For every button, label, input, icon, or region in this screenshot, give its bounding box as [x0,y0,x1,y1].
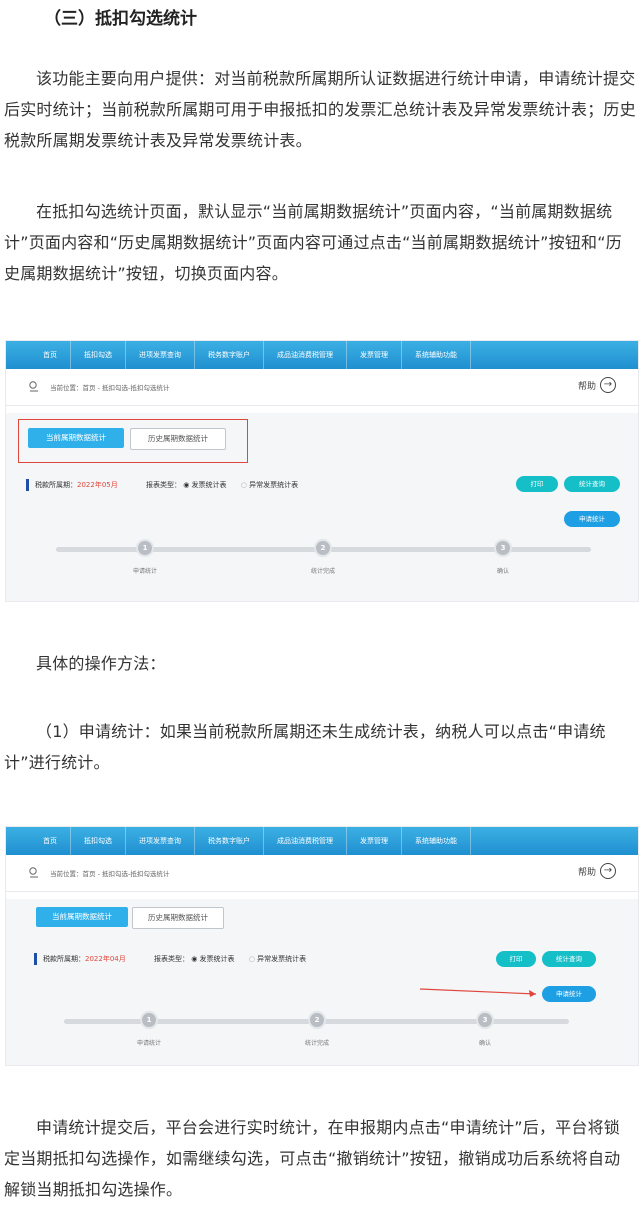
step-1-label: 申请统计 [136,1040,161,1047]
nav-tax-digital-account[interactable]: 税务数字账户 [195,827,264,855]
help-link[interactable]: 帮助 [578,379,596,392]
breadcrumb-bar: 当前位置：首页 - 抵扣勾选-抵扣勾选统计 帮助 → [6,855,638,892]
step-3-circle: 3 [476,1011,494,1029]
screenshot-apply-stats: 首页 抵扣勾选 进项发票查询 税务数字账户 成品油消费税管理 发票管理 系统辅助… [5,826,639,1066]
tab-current-period[interactable]: 当前属期数据统计 [28,428,124,448]
after-submit-paragraph: 申请统计提交后，平台会进行实时统计，在申报期内点击“申请统计”后，平台将锁定当期… [4,1118,621,1199]
step-2-circle: 2 [314,539,332,557]
radio-invoice-label[interactable]: 发票统计表 [192,481,227,489]
print-button[interactable]: 打印 [496,951,536,967]
step-1-circle: 1 [140,1011,158,1029]
period-value[interactable]: 2022年04月 [85,955,126,963]
nav-oil-tax[interactable]: 成品油消费税管理 [264,341,347,369]
print-button[interactable]: 打印 [516,476,558,492]
nav-tax-digital-account[interactable]: 税务数字账户 [195,341,264,369]
filter-row: 税款所属期：2022年04月 报表类型： ◉ 发票统计表 ○ 异常发票统计表 [34,951,306,967]
breadcrumb-bar: 当前位置：首页 - 抵扣勾选-抵扣勾选统计 帮助 → [6,369,638,406]
report-type-label: 报表类型： [145,481,181,489]
filter-row: 税款所属期：2022年05月 报表类型： ◉ 发票统计表 ○ 异常发票统计表 [26,477,298,493]
content-area: 当前属期数据统计 历史属期数据统计 税款所属期：2022年05月 报表类型： ◉… [6,413,638,601]
nav-home[interactable]: 首页 [30,827,71,855]
tab-current-period[interactable]: 当前属期数据统计 [36,907,128,927]
accent-bar [34,953,37,965]
step-2-label: 统计完成 [310,568,335,575]
tab-switch-paragraph: 在抵扣勾选统计页面，默认显示“当前属期数据统计”页面内容，“当前属期数据统计”页… [4,202,622,283]
radio-abnormal-label[interactable]: 异常发票统计表 [249,481,298,489]
apply-stats-paragraph: （1）申请统计：如果当前税款所属期还未生成统计表，纳税人可以点击“申请统计”进行… [4,722,606,772]
apply-stats-button[interactable]: 申请统计 [564,511,620,527]
top-nav: 首页 抵扣勾选 进项发票查询 税务数字账户 成品油消费税管理 发票管理 系统辅助… [6,827,638,855]
nav-home[interactable]: 首页 [30,341,71,369]
intro-paragraph: 该功能主要向用户提供：对当前税款所属期所认证数据进行统计申请，申请统计提交后实时… [4,69,636,150]
step-3-label: 确认 [496,568,509,575]
step-2-label: 统计完成 [304,1040,329,1047]
tab-history-period[interactable]: 历史属期数据统计 [130,428,226,450]
report-type-label: 报表类型： [153,955,189,963]
step-1-circle: 1 [136,539,154,557]
step-3-label: 确认 [478,1040,491,1047]
nav-system-tools[interactable]: 系统辅助功能 [402,341,471,369]
period-label: 税款所属期： [43,955,85,963]
content-area: 当前属期数据统计 历史属期数据统计 税款所属期：2022年04月 报表类型： ◉… [6,899,638,1065]
breadcrumb: 当前位置：首页 - 抵扣勾选-抵扣勾选统计 [50,384,170,392]
radio-abnormal-label[interactable]: 异常发票统计表 [257,955,306,963]
radio-selected-icon[interactable]: ◉ [191,955,197,963]
nav-oil-tax[interactable]: 成品油消费税管理 [264,827,347,855]
nav-system-tools[interactable]: 系统辅助功能 [402,827,471,855]
accent-bar [26,479,29,491]
radio-empty-icon[interactable]: ○ [249,955,255,963]
step-1-label: 申请统计 [132,568,157,575]
radio-invoice-label[interactable]: 发票统计表 [200,955,235,963]
stats-query-button[interactable]: 统计查询 [542,951,596,967]
location-icon [29,381,38,392]
top-nav: 首页 抵扣勾选 进项发票查询 税务数字账户 成品油消费税管理 发票管理 系统辅助… [6,341,638,369]
step-3-circle: 3 [494,539,512,557]
nav-invoice-management[interactable]: 发票管理 [347,341,402,369]
step-2-circle: 2 [308,1011,326,1029]
period-value[interactable]: 2022年05月 [77,481,118,489]
location-icon [29,867,38,878]
period-label: 税款所属期： [35,481,77,489]
breadcrumb: 当前位置：首页 - 抵扣勾选-抵扣勾选统计 [50,870,170,878]
nav-deduction-select[interactable]: 抵扣勾选 [71,341,126,369]
method-paragraph: 具体的操作方法： [36,654,166,673]
arrow-right-icon[interactable]: → [600,377,616,393]
red-arrow-icon [419,988,537,997]
nav-deduction-select[interactable]: 抵扣勾选 [71,827,126,855]
arrow-right-icon[interactable]: → [600,863,616,879]
tab-history-period[interactable]: 历史属期数据统计 [132,907,224,929]
nav-invoice-management[interactable]: 发票管理 [347,827,402,855]
section-heading: （三）抵扣勾选统计 [44,9,197,29]
stats-query-button[interactable]: 统计查询 [564,476,620,492]
radio-selected-icon[interactable]: ◉ [183,481,189,489]
apply-stats-button[interactable]: 申请统计 [542,986,596,1002]
screenshot-current-period: 首页 抵扣勾选 进项发票查询 税务数字账户 成品油消费税管理 发票管理 系统辅助… [5,340,639,602]
radio-empty-icon[interactable]: ○ [241,481,247,489]
nav-input-invoice-query[interactable]: 进项发票查询 [126,827,195,855]
help-link[interactable]: 帮助 [578,865,596,878]
nav-input-invoice-query[interactable]: 进项发票查询 [126,341,195,369]
